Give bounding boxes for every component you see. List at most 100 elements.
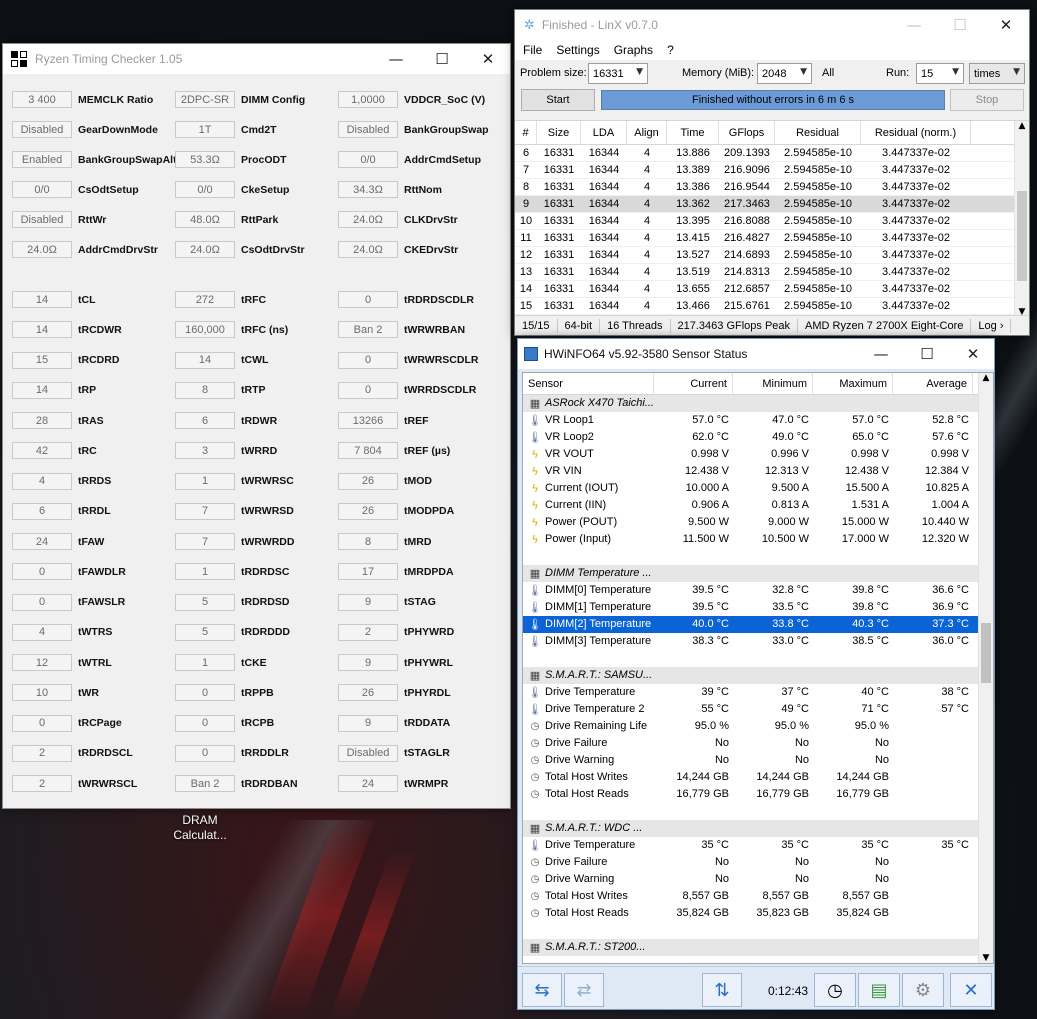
scroll-down-icon[interactable]: ▼ <box>979 953 993 963</box>
column-header[interactable]: Residual <box>775 121 861 144</box>
table-row[interactable]: 15 16331 16344 4 13.466 215.6761 2.594585e-10 3… <box>515 298 1029 315</box>
sensor-cur-value: 57.0 °C <box>692 414 729 426</box>
stop-button[interactable]: Stop <box>950 89 1024 111</box>
progress-text: Finished without errors in 6 m 6 s <box>691 94 854 106</box>
sensor-group[interactable]: ▦ S.M.A.R.T.: WDC ... <box>523 820 993 837</box>
sensor-row[interactable]: ϟ Power (POUT) 9.500 W 9.000 W 15.000 W 10.44… <box>523 514 993 531</box>
maximize-button[interactable]: ☐ <box>419 44 465 74</box>
menu-settings[interactable]: Settings <box>556 43 599 57</box>
sensor-row[interactable]: ϟ VR VIN 12.438 V 12.313 V 12.438 V 12.384 V <box>523 463 993 480</box>
menu-graphs[interactable]: Graphs <box>614 43 653 57</box>
column-header[interactable]: Sensor <box>523 373 654 394</box>
scroll-thumb[interactable] <box>981 623 991 683</box>
sensor-row[interactable]: ◷ Drive Failure No No No <box>523 854 993 871</box>
log-add-icon[interactable]: ▤ <box>858 973 900 1007</box>
close-button[interactable]: ✕ <box>465 44 510 74</box>
all-memory-option[interactable]: All <box>822 67 834 79</box>
minimize-button[interactable]: — <box>373 44 419 74</box>
sensor-row[interactable]: 🌡 Drive Temperature 35 °C 35 °C 35 °C 35 °C <box>523 837 993 854</box>
sensor-row[interactable]: 🌡 DIMM[3] Temperature 38.3 °C 33.0 °C 38.5 °… <box>523 633 993 650</box>
sensor-group[interactable]: ▦ S.M.A.R.T.: ST200... <box>523 939 993 956</box>
clock-icon[interactable]: ◷ <box>814 973 856 1007</box>
results-scrollbar[interactable]: ▲ ▼ <box>1014 121 1029 317</box>
column-header[interactable]: LDA <box>581 121 627 144</box>
sensor-row[interactable]: 🌡 DIMM[0] Temperature 39.5 °C 32.8 °C 39.8 °… <box>523 582 993 599</box>
network-icon[interactable]: ⇅ <box>702 973 742 1007</box>
table-row[interactable]: 11 16331 16344 4 13.415 216.4827 2.594585e-10 3… <box>515 230 1029 247</box>
sensor-cur-value: 0.906 A <box>691 499 729 511</box>
column-header[interactable]: Align <box>627 121 667 144</box>
rtc-value-box: 0/0 <box>175 181 235 198</box>
table-cell: 16331 <box>543 147 575 159</box>
table-cell: 209.1393 <box>724 147 770 159</box>
sensor-row[interactable]: ◷ Drive Warning No No No <box>523 871 993 888</box>
table-row[interactable]: 8 16331 16344 4 13.386 216.9544 2.594585e-10 3.… <box>515 179 1029 196</box>
sensor-row[interactable]: 🌡 Drive Temperature 2 55 °C 49 °C 71 °C 57 °C <box>523 701 993 718</box>
sensor-row[interactable]: 🌡 VR Loop1 57.0 °C 47.0 °C 57.0 °C 52.8 °C <box>523 412 993 429</box>
sensor-row[interactable]: ◷ Drive Warning No No No <box>523 752 993 769</box>
sensor-row[interactable]: ◷ Total Host Reads 16,779 GB 16,779 GB 16,77… <box>523 786 993 803</box>
close-button[interactable]: ✕ <box>983 10 1029 40</box>
runs-combo[interactable]: 15 ▼ <box>916 63 964 84</box>
column-header[interactable]: Residual (norm.) <box>861 121 971 144</box>
navigate-arrows-icon[interactable]: ⇆ <box>522 973 562 1007</box>
collapse-arrows-icon[interactable]: ⇄ <box>564 973 604 1007</box>
table-cell: 16344 <box>588 215 620 227</box>
column-header[interactable]: Time <box>667 121 719 144</box>
sensor-row[interactable]: 🌡 VR Loop2 62.0 °C 49.0 °C 65.0 °C 57.6 °C <box>523 429 993 446</box>
minimize-button[interactable]: — <box>858 339 904 369</box>
maximize-button[interactable]: ☐ <box>904 339 950 369</box>
column-header[interactable]: GFlops <box>719 121 775 144</box>
column-header[interactable]: Maximum <box>813 373 893 394</box>
minimize-button[interactable]: — <box>891 10 937 40</box>
menu-help[interactable]: ? <box>667 43 674 57</box>
sensor-row[interactable]: ϟ VR VOUT 0.998 V 0.996 V 0.998 V 0.998 V <box>523 446 993 463</box>
table-row[interactable]: 14 16331 16344 4 13.655 212.6857 2.594585e-10 3… <box>515 281 1029 298</box>
rtc-label: Cmd2T <box>241 123 277 136</box>
close-sensors-icon[interactable]: ✕ <box>950 973 992 1007</box>
desktop-icon-dram-calculator[interactable]: DRAM Calculat... <box>166 813 234 843</box>
sensor-group[interactable]: ▦ S.M.A.R.T.: SAMSU... <box>523 667 993 684</box>
column-header[interactable]: Minimum <box>733 373 813 394</box>
runs-unit-combo[interactable]: times ▼ <box>969 63 1025 84</box>
maximize-button[interactable]: ☐ <box>937 10 983 40</box>
table-row[interactable]: 10 16331 16344 4 13.395 216.8088 2.594585e-10 3… <box>515 213 1029 230</box>
rtc-titlebar[interactable]: Ryzen Timing Checker 1.05 — ☐ ✕ <box>3 44 510 74</box>
column-header[interactable]: Average <box>893 373 973 394</box>
hwinfo-titlebar[interactable]: HWiNFO64 v5.92-3580 Sensor Status — ☐ ✕ <box>518 339 994 369</box>
table-row[interactable]: 12 16331 16344 4 13.527 214.6893 2.594585e-10 3… <box>515 247 1029 264</box>
table-row[interactable]: 9 16331 16344 4 13.362 217.3463 2.594585e-10 3.… <box>515 196 1029 213</box>
scroll-up-icon[interactable]: ▲ <box>1015 121 1029 131</box>
table-row[interactable]: 7 16331 16344 4 13.389 216.9096 2.594585e-10 3.… <box>515 162 1029 179</box>
settings-gear-icon[interactable]: ⚙ <box>902 973 944 1007</box>
memory-combo[interactable]: 2048 ▼ <box>757 63 812 84</box>
scroll-thumb[interactable] <box>1017 191 1027 281</box>
log-button[interactable]: Log › <box>971 318 1012 333</box>
table-row[interactable]: 6 16331 16344 4 13.886 209.1393 2.594585e-10 3.… <box>515 145 1029 162</box>
sensor-row[interactable]: ϟ Power (Input) 11.500 W 10.500 W 17.000 W 12… <box>523 531 993 548</box>
sensor-row[interactable]: 🌡 DIMM[1] Temperature 39.5 °C 33.5 °C 39.8 °… <box>523 599 993 616</box>
sensor-row[interactable]: ◷ Drive Remaining Life 95.0 % 95.0 % 95.0 % <box>523 718 993 735</box>
menu-file[interactable]: File <box>523 43 542 57</box>
linx-titlebar[interactable]: ✲ Finished - LinX v0.7.0 — ☐ ✕ <box>515 10 1029 40</box>
sensor-row[interactable]: ◷ Total Host Reads 35,824 GB 35,823 GB 35,82… <box>523 905 993 922</box>
column-header[interactable]: # <box>515 121 537 144</box>
sensor-row[interactable]: ϟ Current (IOUT) 10.000 A 9.500 A 15.500 A 10… <box>523 480 993 497</box>
table-row[interactable]: 13 16331 16344 4 13.519 214.8313 2.594585e-10 3… <box>515 264 1029 281</box>
sensor-row[interactable]: 🌡 Drive Temperature 39 °C 37 °C 40 °C 38 °C <box>523 684 993 701</box>
column-header[interactable]: Size <box>537 121 581 144</box>
rtc-label: tRFC (ns) <box>241 323 289 336</box>
problem-size-combo[interactable]: 16331 ▼ <box>588 63 648 84</box>
sensor-row[interactable]: ◷ Drive Failure No No No <box>523 735 993 752</box>
column-header[interactable]: Current <box>654 373 733 394</box>
scroll-up-icon[interactable]: ▲ <box>979 373 993 383</box>
sensor-row[interactable]: ◷ Total Host Writes 14,244 GB 14,244 GB 14,2… <box>523 769 993 786</box>
sensor-row[interactable]: ϟ Current (IIN) 0.906 A 0.813 A 1.531 A 1.004… <box>523 497 993 514</box>
start-button[interactable]: Start <box>521 89 595 111</box>
sensor-row[interactable]: ◷ Total Host Writes 8,557 GB 8,557 GB 8,557 … <box>523 888 993 905</box>
sensor-group[interactable]: ▦ ASRock X470 Taichi... <box>523 395 993 412</box>
sensor-scrollbar[interactable]: ▲ ▼ <box>978 373 993 963</box>
close-button[interactable]: ✕ <box>950 339 994 369</box>
sensor-group[interactable]: ▦ DIMM Temperature ... <box>523 565 993 582</box>
sensor-row[interactable]: 🌡 DIMM[2] Temperature 40.0 °C 33.8 °C 40.3 °… <box>523 616 993 633</box>
